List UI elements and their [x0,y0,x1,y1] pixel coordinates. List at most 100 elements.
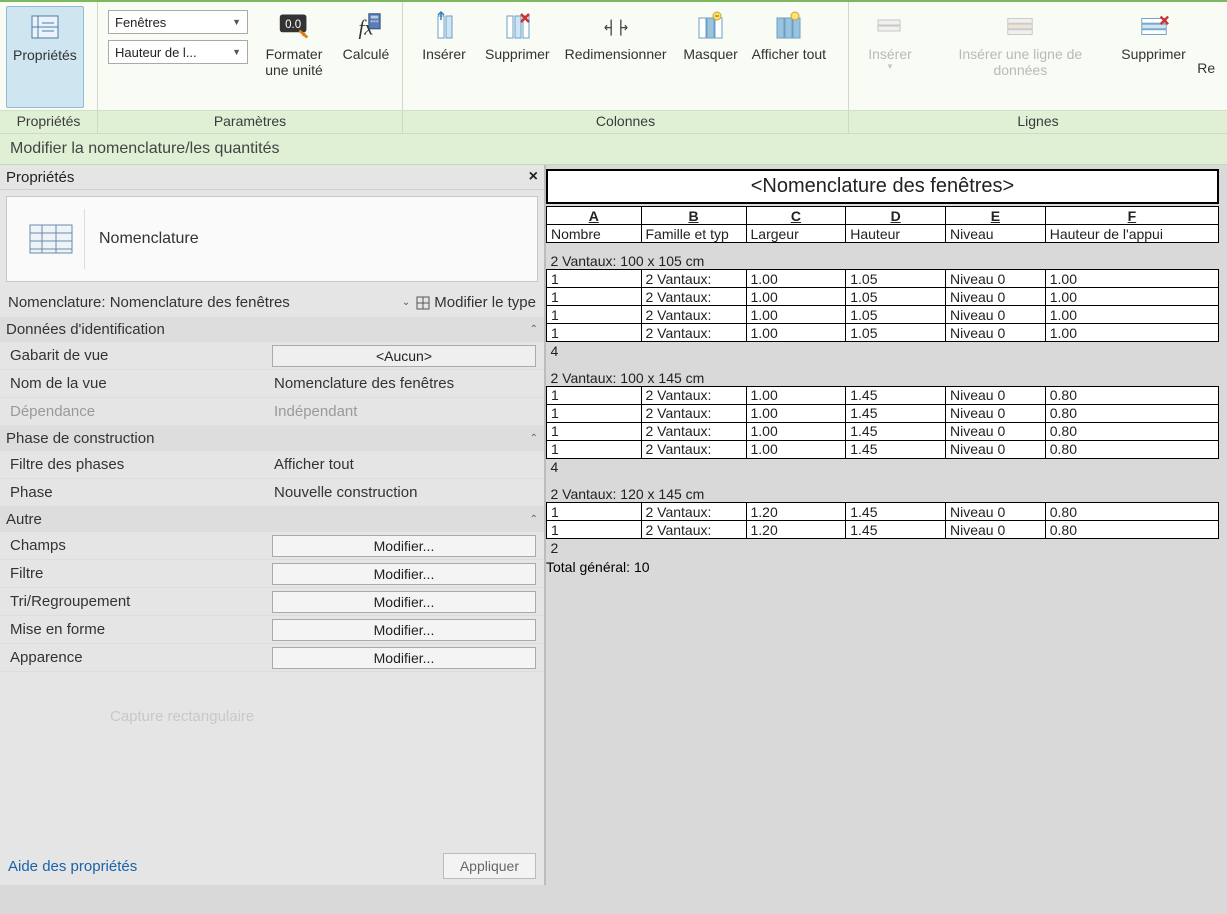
table-cell[interactable]: 0.80 [1045,521,1218,539]
table-cell[interactable]: Niveau 0 [946,270,1046,288]
table-row[interactable]: 12 Vantaux:1.001.05Niveau 01.00 [547,270,1219,288]
table-cell[interactable]: 2 Vantaux: [641,440,746,458]
table-cell[interactable]: 2 Vantaux: [641,270,746,288]
sort-edit-button[interactable]: Modifier... [272,591,536,613]
parameter-field-combo[interactable]: Hauteur de l... ▼ [108,40,248,64]
table-cell[interactable]: 2 Vantaux: [641,404,746,422]
table-row[interactable]: 12 Vantaux:1.001.05Niveau 01.00 [547,324,1219,342]
table-cell[interactable]: Niveau 0 [946,288,1046,306]
table-cell[interactable]: 2 Vantaux: [641,306,746,324]
table-cell[interactable]: 1.45 [846,404,946,422]
table-cell[interactable]: 1.05 [846,270,946,288]
phase-value[interactable]: Nouvelle construction [270,484,544,501]
parameter-category-combo[interactable]: Fenêtres ▼ [108,10,248,34]
format-unit-button[interactable]: 0.0 Formater une unité [252,6,336,108]
format-edit-button[interactable]: Modifier... [272,619,536,641]
table-cell[interactable]: 0.80 [1045,503,1218,521]
calculated-button[interactable]: fx Calculé [336,6,396,108]
instance-select[interactable]: Nomenclature: Nomenclature des fenêtres [8,294,396,311]
table-cell[interactable]: 0.80 [1045,404,1218,422]
resize-column-button[interactable]: Redimensionner [556,6,676,108]
column-letter[interactable]: D [846,207,946,225]
table-cell[interactable]: 1.00 [746,440,846,458]
table-cell[interactable]: Niveau 0 [946,440,1046,458]
delete-column-button[interactable]: Supprimer [479,6,556,108]
column-letter[interactable]: E [946,207,1046,225]
column-letter[interactable]: C [746,207,846,225]
table-row[interactable]: 12 Vantaux:1.001.05Niveau 01.00 [547,306,1219,324]
table-cell[interactable]: 1 [547,422,642,440]
filter-edit-button[interactable]: Modifier... [272,563,536,585]
table-row[interactable]: 12 Vantaux:1.201.45Niveau 00.80 [547,521,1219,539]
phase-filter-value[interactable]: Afficher tout [270,456,544,473]
template-value-button[interactable]: <Aucun> [272,345,536,367]
table-row[interactable]: 12 Vantaux:1.001.05Niveau 01.00 [547,288,1219,306]
table-cell[interactable]: 2 Vantaux: [641,324,746,342]
column-letter[interactable]: B [641,207,746,225]
table-cell[interactable]: 1.05 [846,306,946,324]
properties-help-link[interactable]: Aide des propriétés [8,858,137,875]
table-row[interactable]: 12 Vantaux:1.001.45Niveau 00.80 [547,422,1219,440]
section-phase-header[interactable]: Phase de construction ⌃ [0,426,544,451]
table-cell[interactable]: 1 [547,324,642,342]
table-cell[interactable]: 0.80 [1045,422,1218,440]
insert-column-button[interactable]: Insérer [409,6,479,108]
table-cell[interactable]: 1.00 [1045,288,1218,306]
table-cell[interactable]: 1.20 [746,503,846,521]
type-selector[interactable]: Nomenclature [6,196,538,282]
viewname-value[interactable]: Nomenclature des fenêtres [270,375,544,392]
column-letter[interactable]: F [1045,207,1218,225]
table-row[interactable]: 12 Vantaux:1.001.45Niveau 00.80 [547,404,1219,422]
table-cell[interactable]: 1 [547,440,642,458]
appearance-edit-button[interactable]: Modifier... [272,647,536,669]
table-cell[interactable]: 1.00 [746,324,846,342]
table-cell[interactable]: 1 [547,521,642,539]
table-cell[interactable]: 1 [547,386,642,404]
column-header[interactable]: Largeur [746,225,846,243]
ribbon-properties-button[interactable]: Propriétés [6,6,84,108]
schedule-view[interactable]: <Nomenclature des fenêtres> ABCDEFNombre… [546,165,1227,885]
column-header[interactable]: Nombre [547,225,642,243]
table-cell[interactable]: 1 [547,288,642,306]
table-cell[interactable]: Niveau 0 [946,386,1046,404]
table-cell[interactable]: Niveau 0 [946,324,1046,342]
table-cell[interactable]: 1.20 [746,521,846,539]
table-cell[interactable]: 1.00 [746,422,846,440]
table-cell[interactable]: 1 [547,306,642,324]
schedule-table[interactable]: ABCDEFNombreFamille et typLargeurHauteur… [546,206,1219,557]
apply-button[interactable]: Appliquer [443,853,536,879]
table-cell[interactable]: 2 Vantaux: [641,503,746,521]
table-cell[interactable]: 1 [547,270,642,288]
close-icon[interactable]: × [529,168,538,186]
section-identification-header[interactable]: Données d'identification ⌃ [0,317,544,342]
table-cell[interactable]: 0.80 [1045,440,1218,458]
table-row[interactable]: 12 Vantaux:1.201.45Niveau 00.80 [547,503,1219,521]
table-cell[interactable]: Niveau 0 [946,404,1046,422]
column-header[interactable]: Famille et typ [641,225,746,243]
section-other-header[interactable]: Autre ⌃ [0,507,544,532]
column-header[interactable]: Niveau [946,225,1046,243]
table-cell[interactable]: 1.05 [846,324,946,342]
table-cell[interactable]: 1.00 [1045,270,1218,288]
table-cell[interactable]: 1.00 [746,386,846,404]
table-cell[interactable]: 1.00 [746,288,846,306]
table-cell[interactable]: 1 [547,503,642,521]
table-cell[interactable]: 1 [547,404,642,422]
table-row[interactable]: 12 Vantaux:1.001.45Niveau 00.80 [547,386,1219,404]
table-cell[interactable]: 2 Vantaux: [641,521,746,539]
table-cell[interactable]: Niveau 0 [946,306,1046,324]
column-header[interactable]: Hauteur de l'appui [1045,225,1218,243]
table-cell[interactable]: 2 Vantaux: [641,422,746,440]
edit-type-button[interactable]: Modifier le type [416,294,536,311]
column-letter[interactable]: A [547,207,642,225]
table-row[interactable]: 12 Vantaux:1.001.45Niveau 00.80 [547,440,1219,458]
column-header[interactable]: Hauteur [846,225,946,243]
table-cell[interactable]: 1.00 [746,404,846,422]
table-cell[interactable]: 1.05 [846,288,946,306]
table-cell[interactable]: 1.45 [846,386,946,404]
table-cell[interactable]: 2 Vantaux: [641,386,746,404]
table-cell[interactable]: 1.45 [846,440,946,458]
table-cell[interactable]: Niveau 0 [946,422,1046,440]
table-cell[interactable]: 1.45 [846,422,946,440]
table-cell[interactable]: Niveau 0 [946,503,1046,521]
